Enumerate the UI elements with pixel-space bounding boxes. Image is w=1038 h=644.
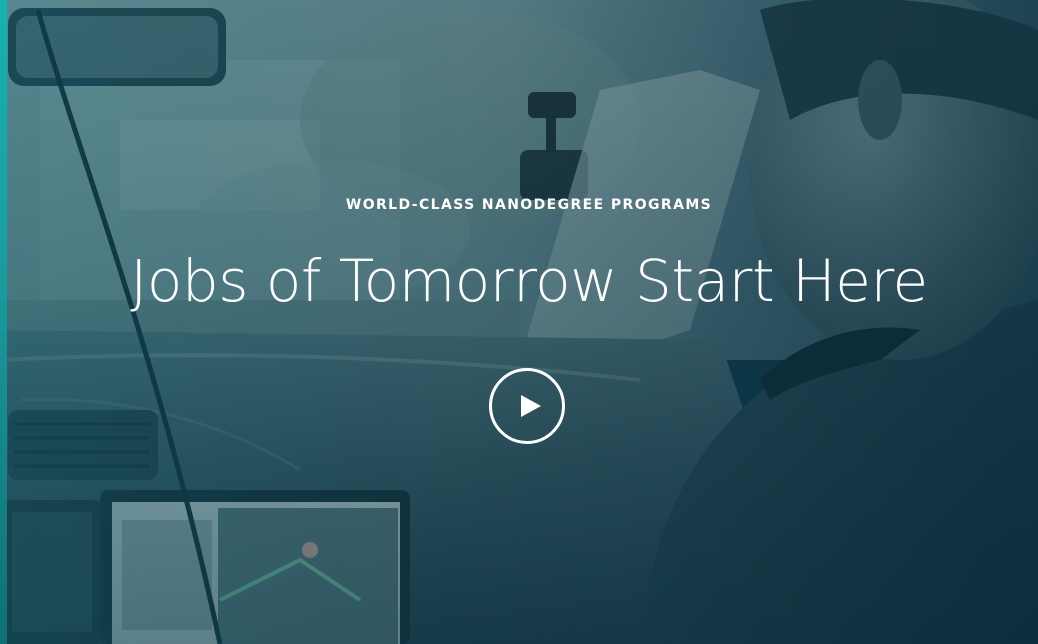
play-icon [521, 395, 541, 417]
hero-section: WORLD-CLASS NANODEGREE PROGRAMS Jobs of … [0, 0, 1038, 644]
play-video-button[interactable] [489, 368, 565, 444]
hero-content: WORLD-CLASS NANODEGREE PROGRAMS Jobs of … [0, 0, 1038, 644]
hero-headline: Jobs of Tomorrow Start Here [130, 247, 928, 315]
hero-eyebrow: WORLD-CLASS NANODEGREE PROGRAMS [345, 197, 713, 213]
